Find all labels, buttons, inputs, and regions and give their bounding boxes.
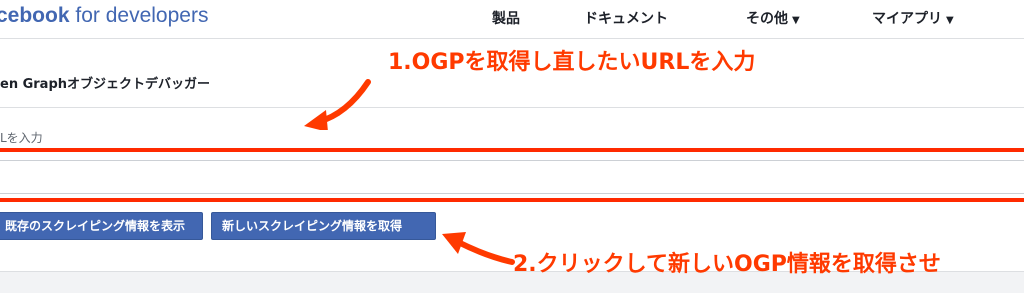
nav-products-label: 製品 bbox=[492, 11, 520, 27]
nav-myapps-label: マイアプリ bbox=[872, 11, 942, 27]
nav-docs-label: ドキュメント bbox=[584, 11, 668, 27]
header-divider bbox=[0, 38, 1024, 39]
nav-myapps[interactable]: マイアプリ ▼ bbox=[872, 8, 954, 28]
nav-other[interactable]: その他 ▼ bbox=[746, 8, 800, 28]
nav-other-label: その他 bbox=[746, 11, 788, 27]
brand-name-light: for developers bbox=[69, 4, 209, 27]
highlight-line-top bbox=[0, 148, 1024, 152]
nav-products[interactable]: 製品 bbox=[492, 8, 520, 28]
show-existing-scrape-button[interactable]: 既存のスクレイピング情報を表示 bbox=[0, 212, 203, 240]
arrow-to-url-input-icon bbox=[304, 79, 371, 130]
url-field-label: Lを入力 bbox=[0, 131, 43, 145]
url-input[interactable] bbox=[0, 160, 1024, 194]
annotation-step1: 1.OGPを取得し直したいURLを入力 bbox=[388, 50, 756, 75]
chevron-down-icon: ▼ bbox=[946, 15, 954, 26]
highlight-line-bottom bbox=[0, 198, 1024, 202]
page-title: en Graphオブジェクトデバッガー bbox=[0, 77, 211, 92]
brand-name-bold: cebook bbox=[0, 4, 70, 27]
chevron-down-icon: ▼ bbox=[792, 15, 800, 26]
nav-docs[interactable]: ドキュメント bbox=[584, 8, 668, 28]
arrow-to-fetch-button-icon bbox=[442, 232, 515, 265]
fetch-new-scrape-button[interactable]: 新しいスクレイピング情報を取得 bbox=[211, 212, 436, 240]
annotation-step2: 2.クリックして新しいOGP情報を取得させ bbox=[513, 252, 941, 277]
top-navigation: cebook for developers 製品 ドキュメント その他 ▼ マイア… bbox=[0, 0, 1024, 38]
facebook-developers-logo[interactable]: cebook for developers bbox=[0, 4, 208, 28]
title-divider bbox=[0, 107, 1024, 108]
